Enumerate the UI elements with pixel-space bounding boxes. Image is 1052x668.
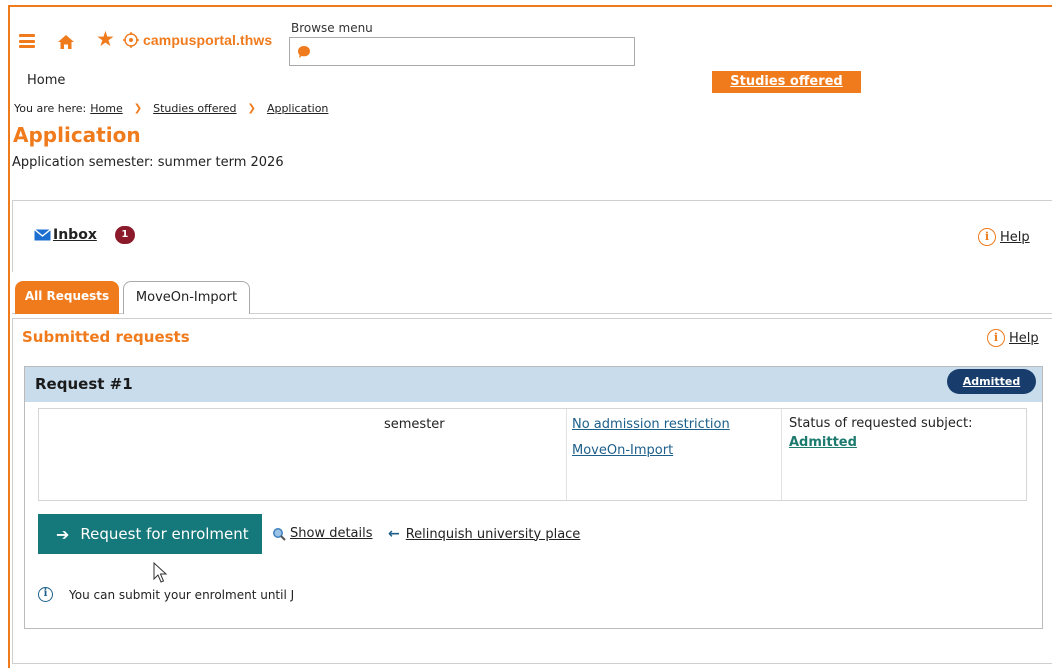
info-icon: i xyxy=(38,587,53,602)
inbox-count-badge: 1 xyxy=(114,226,135,244)
show-details-link[interactable]: Show details xyxy=(272,526,373,541)
inbox[interactable]: Inbox 1 xyxy=(34,226,135,244)
logo-text: campusportal.thws xyxy=(143,32,273,48)
breadcrumb: You are here: Home ❯ Studies offered ❯ A… xyxy=(14,102,328,115)
tab-all-requests[interactable]: All Requests xyxy=(15,281,119,314)
nav-studies-offered[interactable]: Studies offered xyxy=(712,71,861,93)
tab-moveon-import[interactable]: MoveOn-Import xyxy=(123,281,250,314)
inbox-link[interactable]: Inbox xyxy=(53,227,97,243)
info-icon: i xyxy=(987,329,1005,347)
status-badge[interactable]: Admitted xyxy=(947,369,1036,394)
browse-menu-input[interactable] xyxy=(289,37,635,66)
column-divider xyxy=(781,409,782,500)
admission-restriction-link[interactable]: No admission restriction xyxy=(572,417,730,432)
browse-menu-label: Browse menu xyxy=(291,21,373,35)
chevron-right-icon: ❯ xyxy=(133,103,143,114)
request-enrolment-button[interactable]: ➔ Request for enrolment xyxy=(38,514,262,554)
breadcrumb-studies-offered[interactable]: Studies offered xyxy=(153,102,236,115)
subject-status-value[interactable]: Admitted xyxy=(789,435,857,450)
arrow-left-icon: ← xyxy=(388,526,400,542)
inbox-panel xyxy=(12,200,1052,272)
arrow-right-icon: ➔ xyxy=(56,524,70,544)
help-link-submitted[interactable]: i Help xyxy=(987,329,1039,347)
request-title: Request #1 xyxy=(35,375,133,393)
help-label[interactable]: Help xyxy=(1000,230,1030,245)
moveon-import-link[interactable]: MoveOn-Import xyxy=(572,443,673,458)
application-semester: Application semester: summer term 2026 xyxy=(12,155,284,170)
mail-icon xyxy=(34,229,51,241)
help-label[interactable]: Help xyxy=(1009,331,1039,346)
semester-cell: semester xyxy=(384,417,445,432)
relinquish-link[interactable]: ← Relinquish university place xyxy=(388,526,580,542)
help-link-top[interactable]: i Help xyxy=(978,228,1030,246)
request-enrolment-label: Request for enrolment xyxy=(80,525,249,543)
subject-status-label: Status of requested subject: xyxy=(789,416,973,431)
breadcrumb-home[interactable]: Home xyxy=(90,102,122,115)
request-header xyxy=(25,367,1042,402)
relinquish-label[interactable]: Relinquish university place xyxy=(406,527,581,542)
logo-icon xyxy=(123,32,139,48)
show-details-label[interactable]: Show details xyxy=(290,526,373,541)
menu-icon[interactable] xyxy=(19,34,35,48)
breadcrumb-application[interactable]: Application xyxy=(267,102,328,115)
enrolment-deadline-text: You can submit your enrolment until J xyxy=(69,587,295,602)
star-icon[interactable]: ★ xyxy=(96,29,115,50)
logo[interactable]: campusportal.thws xyxy=(122,31,272,49)
column-divider xyxy=(566,409,567,500)
enrolment-deadline-note: i You can submit your enrolment until J xyxy=(38,587,294,602)
chevron-right-icon: ❯ xyxy=(247,103,256,114)
page-title: Application xyxy=(13,123,141,147)
cursor-icon xyxy=(153,562,168,583)
submitted-requests-title: Submitted requests xyxy=(22,328,190,346)
chat-icon xyxy=(298,46,310,58)
magnifier-icon xyxy=(273,527,286,541)
breadcrumb-label: You are here: xyxy=(14,102,87,115)
nav-home[interactable]: Home xyxy=(27,73,65,88)
info-icon: i xyxy=(978,228,996,246)
home-icon[interactable] xyxy=(57,33,75,51)
